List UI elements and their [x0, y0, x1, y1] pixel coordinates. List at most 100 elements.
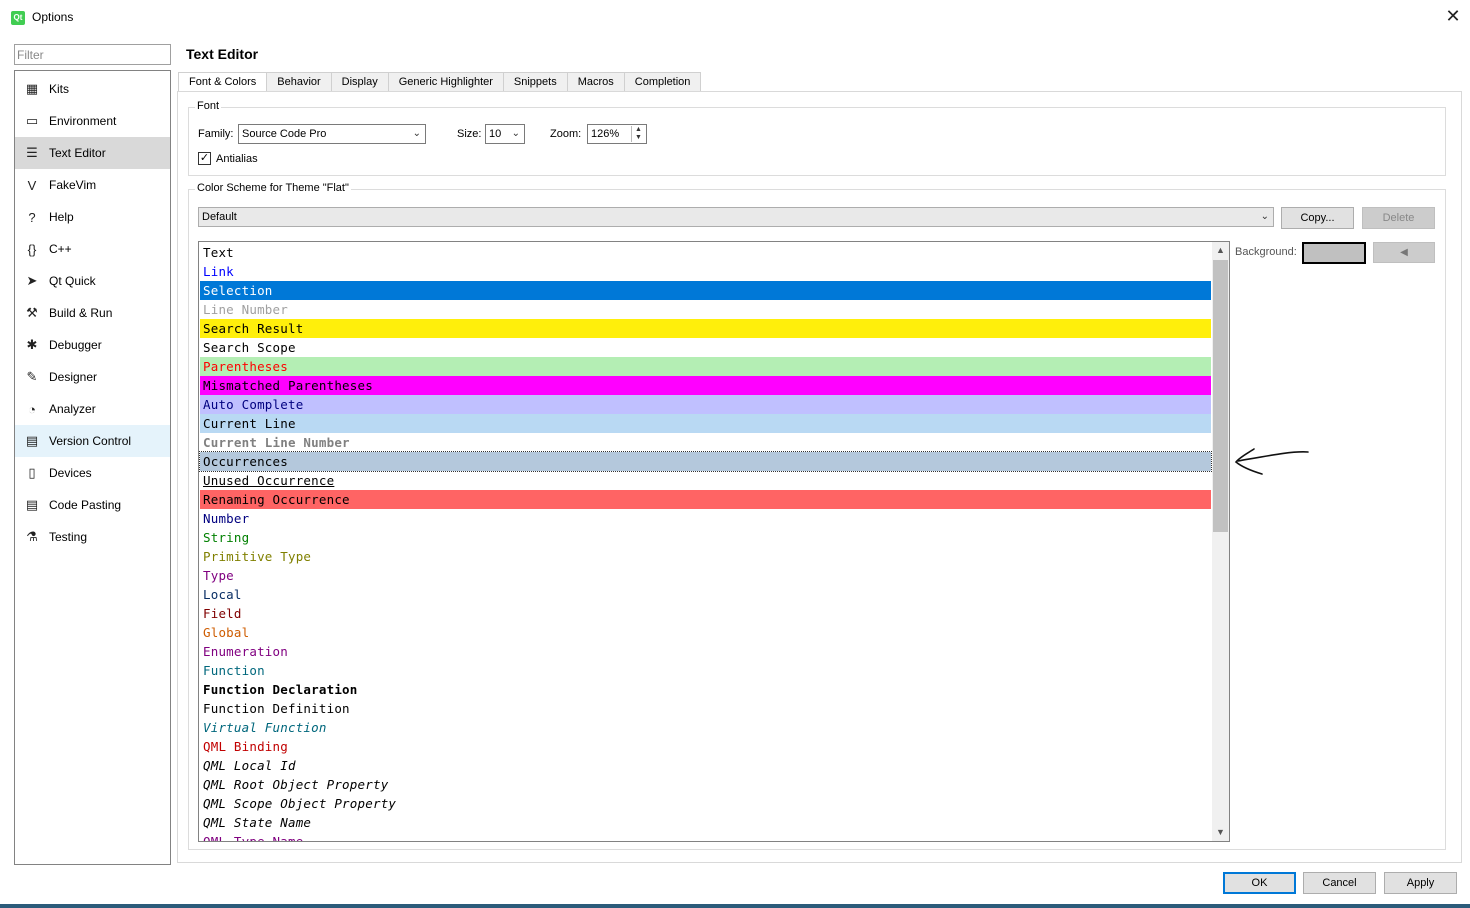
- font-group-title: Font: [195, 100, 222, 112]
- help-icon: ?: [28, 209, 36, 225]
- sidebar-item-text-editor[interactable]: ☰ Text Editor: [15, 137, 170, 169]
- ok-button[interactable]: OK: [1223, 872, 1296, 894]
- scheme-item-selection[interactable]: Selection: [200, 281, 1211, 300]
- sidebar-item-version-control[interactable]: ▤ Version Control: [15, 425, 170, 457]
- sidebar-item-devices[interactable]: ▯ Devices: [15, 457, 170, 489]
- sidebar-item-label: Version Control: [49, 434, 132, 448]
- sidebar-item-label: Text Editor: [49, 146, 106, 160]
- paper-plane-icon: ➤: [26, 273, 38, 288]
- scroll-down-icon[interactable]: ▼: [1212, 824, 1229, 841]
- scheme-item-string[interactable]: String: [200, 528, 1211, 547]
- font-size-combo[interactable]: 10 ⌄: [485, 124, 525, 144]
- qt-creator-icon: Qt: [11, 11, 25, 25]
- scheme-item-renaming-occurrence[interactable]: Renaming Occurrence: [200, 490, 1211, 509]
- sidebar-item-label: Analyzer: [49, 402, 96, 416]
- font-family-value: Source Code Pro: [242, 128, 327, 140]
- sidebar-item-analyzer[interactable]: ◔ Analyzer: [15, 393, 170, 425]
- tab-macros[interactable]: Macros: [567, 72, 625, 92]
- color-scheme-item-list[interactable]: ▲ ▼ Text Link Selection Line Number Search R…: [198, 241, 1230, 842]
- scheme-item-number[interactable]: Number: [200, 509, 1211, 528]
- monitor-icon: ▭: [25, 113, 39, 128]
- tab-font-colors[interactable]: Font & Colors: [178, 72, 268, 93]
- sidebar-item-label: FakeVim: [49, 178, 97, 192]
- tab-snippets[interactable]: Snippets: [503, 72, 568, 92]
- scheme-item-field[interactable]: Field: [200, 604, 1211, 623]
- scheme-item-unused-occurrence[interactable]: Unused Occurrence: [200, 471, 1211, 490]
- scheme-item-search-result[interactable]: Search Result: [200, 319, 1211, 338]
- delete-button[interactable]: Delete: [1362, 207, 1435, 229]
- color-scheme-combo[interactable]: Default ⌄: [198, 207, 1274, 227]
- scheme-item-current-line-number[interactable]: Current Line Number: [200, 433, 1211, 452]
- font-size-value: 10: [489, 128, 502, 140]
- analyzer-icon: ◔: [28, 401, 36, 417]
- sidebar-item-help[interactable]: ? Help: [15, 201, 170, 233]
- scheme-item-enumeration[interactable]: Enumeration: [200, 642, 1211, 661]
- scheme-item-function-declaration[interactable]: Function Declaration: [200, 680, 1211, 699]
- scheme-item-global[interactable]: Global: [200, 623, 1211, 642]
- sidebar-item-label: Designer: [49, 370, 98, 384]
- clear-background-button[interactable]: ◀: [1373, 242, 1435, 263]
- sidebar-item-debugger[interactable]: ✱ Debugger: [15, 329, 170, 361]
- apply-button[interactable]: Apply: [1384, 872, 1457, 894]
- bug-icon: ✱: [26, 337, 38, 352]
- spin-arrows-icon[interactable]: ▲ ▼: [631, 126, 645, 142]
- scheme-item-qml-binding[interactable]: QML Binding: [200, 737, 1211, 756]
- vertical-scrollbar[interactable]: ▲ ▼: [1212, 242, 1229, 841]
- sidebar-item-code-pasting[interactable]: ▤ Code Pasting: [15, 489, 170, 521]
- sidebar-item-label: Kits: [49, 82, 70, 96]
- sidebar-item-label: Build & Run: [49, 306, 113, 320]
- scheme-item-auto-complete[interactable]: Auto Complete: [200, 395, 1211, 414]
- antialias-checkbox[interactable]: ✓: [198, 152, 211, 165]
- testing-icon: ⚗: [26, 529, 38, 544]
- font-family-combo[interactable]: Source Code Pro ⌄: [238, 124, 426, 144]
- sidebar-item-qt-quick[interactable]: ➤ Qt Quick: [15, 265, 170, 297]
- scheme-item-function[interactable]: Function: [200, 661, 1211, 680]
- scheme-item-qml-type-name[interactable]: QML Type Name: [200, 832, 1211, 841]
- copy-button[interactable]: Copy...: [1281, 207, 1354, 229]
- tab-completion[interactable]: Completion: [624, 72, 702, 92]
- scheme-item-current-line[interactable]: Current Line: [200, 414, 1211, 433]
- scheme-item-mismatched-parentheses[interactable]: Mismatched Parentheses: [200, 376, 1211, 395]
- scheme-item-function-definition[interactable]: Function Definition: [200, 699, 1211, 718]
- sidebar-item-designer[interactable]: ✎ Designer: [15, 361, 170, 393]
- sidebar-item-build-run[interactable]: ⚒ Build & Run: [15, 297, 170, 329]
- tab-display[interactable]: Display: [331, 72, 389, 92]
- sidebar-item-label: Devices: [49, 466, 92, 480]
- scheme-item-search-scope[interactable]: Search Scope: [200, 338, 1211, 357]
- tab-behavior[interactable]: Behavior: [267, 72, 332, 92]
- scheme-item-qml-scope-object-property[interactable]: QML Scope Object Property: [200, 794, 1211, 813]
- tab-generic-highlighter[interactable]: Generic Highlighter: [388, 72, 504, 92]
- scrollbar-thumb[interactable]: [1213, 260, 1228, 532]
- close-icon[interactable]: ✕: [1444, 6, 1462, 26]
- filter-input[interactable]: [14, 44, 171, 65]
- background-label: Background:: [1235, 246, 1297, 258]
- zoom-label: Zoom:: [550, 128, 582, 140]
- background-color-button[interactable]: [1302, 242, 1366, 264]
- title-bar: Qt Options ✕: [0, 0, 1470, 34]
- scheme-item-parentheses[interactable]: Parentheses: [200, 357, 1211, 376]
- category-list: ▦ Kits ▭ Environment ☰ Text Editor V FakeVim? He…: [14, 70, 171, 865]
- scheme-item-primitive-type[interactable]: Primitive Type: [200, 547, 1211, 566]
- sidebar-item-kits[interactable]: ▦ Kits: [15, 73, 170, 105]
- scheme-item-line-number[interactable]: Line Number: [200, 300, 1211, 319]
- scheme-item-qml-root-object-property[interactable]: QML Root Object Property: [200, 775, 1211, 794]
- sidebar-item-label: Qt Quick: [49, 274, 96, 288]
- code-pasting-icon: ▤: [25, 497, 39, 512]
- scheme-item-local[interactable]: Local: [200, 585, 1211, 604]
- sidebar-item-c[interactable]: {} C++: [15, 233, 170, 265]
- scheme-item-virtual-function[interactable]: Virtual Function: [200, 718, 1211, 737]
- sidebar-item-fakevim[interactable]: V FakeVim: [15, 169, 170, 201]
- zoom-spinbox[interactable]: 126% ▲ ▼: [587, 124, 647, 144]
- scheme-item-link[interactable]: Link: [200, 262, 1211, 281]
- cancel-button[interactable]: Cancel: [1303, 872, 1376, 894]
- scheme-item-text[interactable]: Text: [200, 243, 1211, 262]
- scheme-item-qml-state-name[interactable]: QML State Name: [200, 813, 1211, 832]
- sidebar-item-environment[interactable]: ▭ Environment: [15, 105, 170, 137]
- hammer-icon: ⚒: [26, 305, 38, 320]
- scroll-up-icon[interactable]: ▲: [1212, 242, 1229, 259]
- sidebar-item-testing[interactable]: ⚗ Testing: [15, 521, 170, 553]
- scheme-item-occurrences[interactable]: Occurrences: [199, 451, 1212, 472]
- scheme-item-type[interactable]: Type: [200, 566, 1211, 585]
- scheme-item-qml-local-id[interactable]: QML Local Id: [200, 756, 1211, 775]
- sidebar-item-label: Debugger: [49, 338, 102, 352]
